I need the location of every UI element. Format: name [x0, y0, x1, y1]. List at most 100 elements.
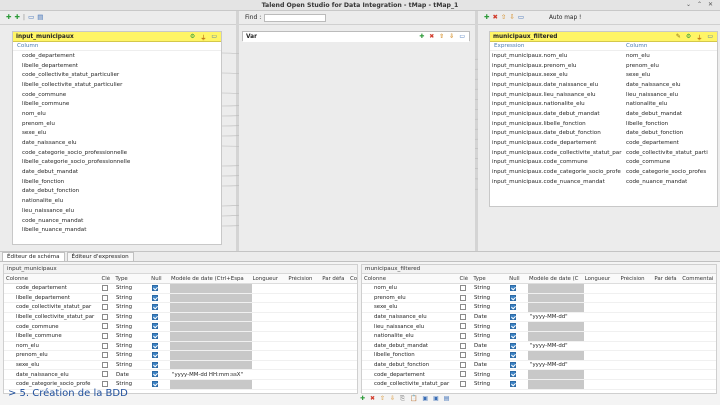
input-table-header[interactable]: input_municipaux ⚙ ⏚ ▭ [13, 32, 221, 42]
schema-type[interactable]: Date [472, 314, 508, 320]
schema-row[interactable]: code_collectivite_statut_par String [362, 379, 716, 390]
nullable-checkbox-cell[interactable] [150, 294, 170, 302]
date-pattern-cell[interactable] [528, 379, 584, 389]
remove-input-icon[interactable]: ✚ [14, 14, 19, 21]
schema-column-name[interactable]: code_categorie_socio_profe [4, 381, 100, 387]
import-icon[interactable]: ▣ [422, 395, 428, 403]
filter-icon[interactable]: ⏚ [200, 33, 206, 42]
schema-type[interactable]: String [114, 324, 150, 330]
schema-type[interactable]: String [114, 285, 150, 291]
key-checkbox[interactable] [460, 294, 466, 301]
minimize-icon[interactable]: ⌄ [686, 1, 691, 8]
schema-column-name[interactable]: code_departement [4, 285, 100, 291]
settings-icon[interactable]: ⚙ [190, 33, 195, 42]
schema-type[interactable]: Date [472, 343, 508, 349]
date-pattern-cell[interactable] [170, 322, 252, 332]
date-pattern-cell[interactable] [528, 293, 584, 303]
schema-row[interactable]: code_departement String [4, 284, 357, 294]
key-checkbox-cell[interactable] [100, 323, 114, 330]
nullable-checkbox[interactable] [152, 342, 158, 349]
column-cell[interactable]: prenom_elu [626, 63, 659, 69]
schema-column-name[interactable]: sexe_elu [4, 362, 100, 368]
expression-cell[interactable]: input_municipaux.code_nuance_mandat [490, 179, 626, 185]
schema-column-name[interactable]: libelle_commune [4, 333, 100, 339]
schema-row[interactable]: prenom_elu String [362, 293, 716, 304]
nullable-checkbox[interactable] [510, 313, 516, 320]
key-checkbox-cell[interactable] [100, 313, 114, 321]
key-checkbox-cell[interactable] [100, 304, 114, 311]
column-cell[interactable]: code_departement [626, 140, 679, 146]
nullable-checkbox[interactable] [152, 294, 158, 301]
schema-type[interactable]: String [472, 285, 508, 291]
output-mapping-row[interactable]: input_municipaux.nationalite_elu national… [490, 99, 717, 109]
date-pattern-cell[interactable] [528, 303, 584, 312]
output-up-icon[interactable]: ⇧ [501, 14, 506, 21]
schema-column-name[interactable]: libelle_fonction [362, 352, 458, 358]
key-checkbox[interactable] [102, 304, 108, 311]
expression-cell[interactable]: input_municipaux.code_commune [490, 159, 626, 165]
input-column-row[interactable]: date_debut_mandat [13, 167, 221, 177]
remove-column-icon[interactable]: ✖ [370, 395, 375, 403]
schema-type[interactable]: String [472, 295, 508, 301]
date-pattern-cell[interactable] [170, 331, 252, 341]
expression-cell[interactable]: input_municipaux.prenom_elu [490, 63, 626, 69]
schema-type[interactable]: String [114, 295, 150, 301]
input-column-row[interactable]: libelle_categorie_socio_professionnelle [13, 158, 221, 168]
key-checkbox-cell[interactable] [458, 333, 472, 340]
nullable-checkbox-cell[interactable] [150, 333, 170, 340]
key-checkbox-cell[interactable] [458, 323, 472, 330]
expression-cell[interactable]: input_municipaux.libelle_fonction [490, 121, 626, 127]
nullable-checkbox-cell[interactable] [508, 333, 528, 340]
input-column-row[interactable]: nationalite_elu [13, 196, 221, 206]
expression-cell[interactable]: input_municipaux.date_debut_fonction [490, 130, 626, 136]
add-var-icon[interactable]: ✚ [419, 33, 424, 40]
expression-cell[interactable]: input_municipaux.date_debut_mandat [490, 111, 626, 117]
key-checkbox[interactable] [460, 352, 466, 359]
output-mapping-row[interactable]: input_municipaux.code_departement code_de… [490, 138, 717, 148]
schema-column-name[interactable]: sexe_elu [362, 304, 458, 310]
schema-column-header[interactable]: Longueur [583, 276, 619, 282]
schema-column-name[interactable]: date_debut_fonction [362, 362, 458, 368]
schema-type[interactable]: String [114, 343, 150, 349]
schema-row[interactable]: lieu_naissance_elu String [362, 322, 716, 332]
schema-type[interactable]: String [114, 381, 150, 387]
key-checkbox[interactable] [460, 285, 466, 292]
expression-cell[interactable]: input_municipaux.sexe_elu [490, 72, 626, 78]
output-table-header[interactable]: municipaux_filtered ✎ ⚙ ⏚ ▭ [490, 32, 717, 42]
date-pattern-cell[interactable] [170, 284, 252, 293]
nullable-checkbox-cell[interactable] [508, 380, 528, 388]
schema-type[interactable]: String [472, 381, 508, 387]
date-pattern-cell[interactable] [528, 351, 584, 360]
key-checkbox[interactable] [102, 333, 108, 340]
output-mapping-row[interactable]: input_municipaux.nom_elu nom_elu [490, 51, 717, 61]
key-checkbox-cell[interactable] [458, 380, 472, 388]
key-checkbox[interactable] [102, 342, 108, 349]
schema-column-name[interactable]: code_departement [362, 372, 458, 378]
date-pattern-cell[interactable]: "yyyy-MM-dd" [528, 314, 584, 320]
add-input-icon[interactable]: ✚ [6, 14, 11, 21]
date-pattern-cell[interactable] [170, 303, 252, 312]
schema-type[interactable]: String [114, 314, 150, 320]
input-column-row[interactable]: libelle_commune [13, 99, 221, 109]
schema-column-header[interactable]: Colonne [362, 276, 457, 282]
tab-schema-editor[interactable]: Éditeur de schéma [2, 252, 65, 261]
schema-row[interactable]: date_debut_fonction Date "yyyy-MM-dd" [362, 361, 716, 371]
column-cell[interactable]: nationalite_elu [626, 101, 667, 107]
schema-column-header[interactable]: Colonne [4, 276, 99, 282]
minimize-outputs-icon[interactable]: ▭ [518, 14, 524, 21]
column-cell[interactable]: date_debut_fonction [626, 130, 683, 136]
expression-cell[interactable]: input_municipaux.code_categorie_socio_pr… [490, 169, 626, 175]
input-column-row[interactable]: libelle_nuance_mandat [13, 225, 221, 235]
nullable-checkbox-cell[interactable] [150, 313, 170, 321]
input-column-row[interactable]: code_commune [13, 90, 221, 100]
paste-icon[interactable]: 📋 [410, 395, 417, 403]
schema-column-name[interactable]: lieu_naissance_elu [362, 324, 458, 330]
key-checkbox[interactable] [460, 313, 466, 320]
schema-column-name[interactable]: code_collectivite_statut_par [4, 304, 100, 310]
schema-type[interactable]: String [472, 304, 508, 310]
schema-column-name[interactable]: code_commune [4, 324, 100, 330]
nullable-checkbox-cell[interactable] [150, 323, 170, 330]
output-settings-icon[interactable]: ⚙ [686, 33, 691, 42]
schema-column-header[interactable]: Précision [619, 276, 653, 282]
auto-map-button[interactable]: Auto map ! [549, 15, 581, 21]
